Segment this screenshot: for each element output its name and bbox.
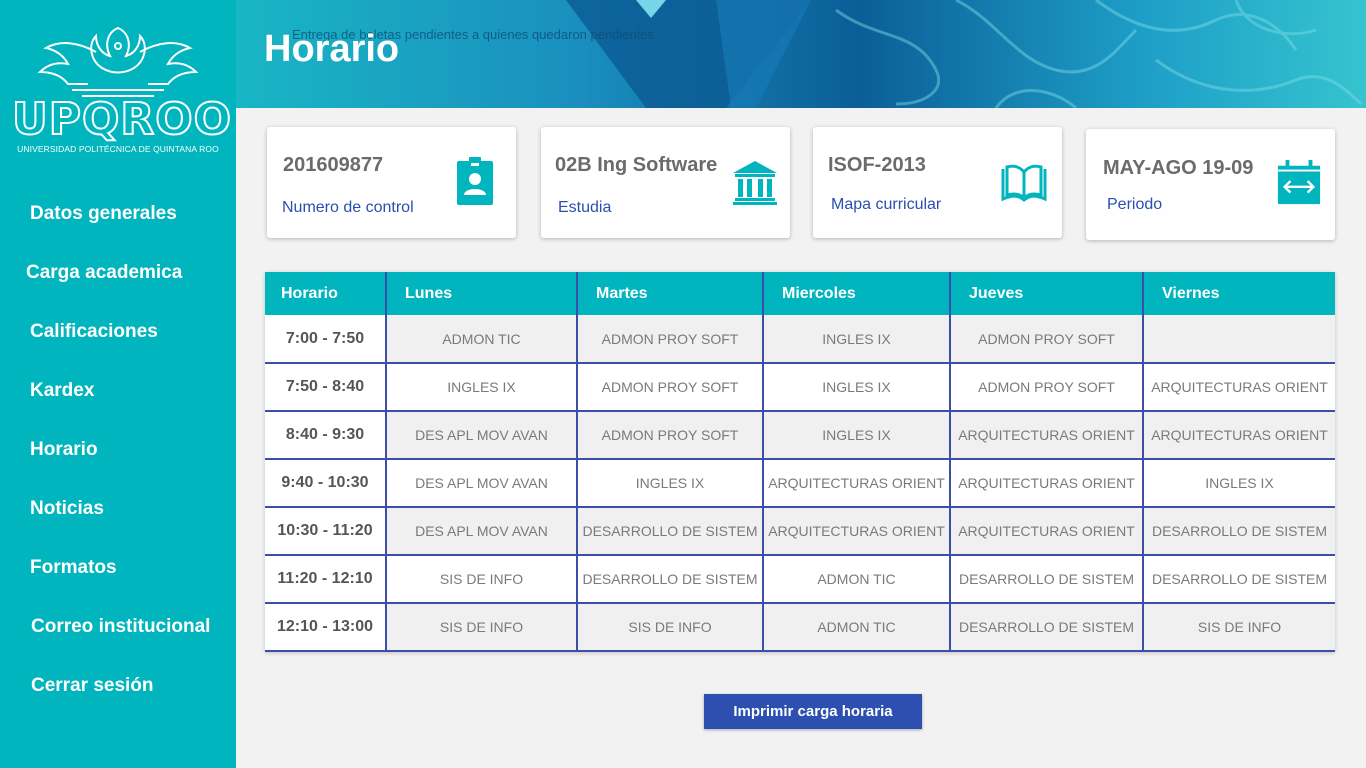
column-header: Martes: [577, 272, 764, 315]
class-cell: DES APL MOV AVAN: [386, 411, 578, 460]
class-cell: INGLES IX: [763, 315, 951, 364]
card-program: 02B Ing Software Estudia: [541, 127, 790, 238]
sidebar-item-formatos[interactable]: Formatos: [30, 557, 117, 579]
class-cell: ARQUITECTURAS ORIENT: [950, 411, 1144, 460]
time-slot: 8:40 - 9:30: [265, 411, 387, 460]
class-cell: ADMON PROY SOFT: [950, 363, 1144, 412]
class-cell: DESARROLLO DE SISTEM: [1143, 555, 1335, 604]
class-cell: INGLES IX: [763, 363, 951, 412]
class-cell: ADMON TIC: [763, 603, 951, 652]
class-cell: INGLES IX: [386, 363, 578, 412]
class-cell: ARQUITECTURAS ORIENT: [763, 507, 951, 556]
table-row: 8:40 - 9:30 DES APL MOV AVAN ADMON PROY …: [265, 411, 1335, 460]
class-cell: ADMON PROY SOFT: [950, 315, 1144, 364]
class-cell: INGLES IX: [763, 411, 951, 460]
class-cell: DES APL MOV AVAN: [386, 507, 578, 556]
class-cell: DESARROLLO DE SISTEM: [577, 507, 764, 556]
table-row: 9:40 - 10:30 DES APL MOV AVAN INGLES IX …: [265, 459, 1335, 508]
university-logo: UPQROO UNIVERSIDAD POLITÉCNICA DE QUINTA…: [11, 22, 233, 156]
table-row: 10:30 - 11:20 DES APL MOV AVAN DESARROLL…: [265, 507, 1335, 556]
sidebar-item-carga-academica[interactable]: Carga academica: [26, 262, 182, 284]
sidebar-item-datos-generales[interactable]: Datos generales: [30, 203, 177, 225]
table-header-row: Horario Lunes Martes Miercoles Jueves Vi…: [265, 272, 1335, 315]
time-slot: 11:20 - 12:10: [265, 555, 387, 604]
card-label: Mapa curricular: [831, 196, 942, 213]
class-cell: ARQUITECTURAS ORIENT: [950, 507, 1144, 556]
card-label: Numero de control: [282, 199, 414, 216]
column-header: Viernes: [1143, 272, 1335, 315]
class-cell: SIS DE INFO: [386, 555, 578, 604]
class-cell: ARQUITECTURAS ORIENT: [1143, 411, 1335, 460]
institution-icon: [733, 161, 777, 205]
class-cell: DESARROLLO DE SISTEM: [950, 555, 1144, 604]
table-row: 12:10 - 13:00 SIS DE INFO SIS DE INFO AD…: [265, 603, 1335, 652]
time-slot: 10:30 - 11:20: [265, 507, 387, 556]
class-cell: DESARROLLO DE SISTEM: [577, 555, 764, 604]
header-banner: [236, 0, 1366, 108]
table-row: 7:50 - 8:40 INGLES IX ADMON PROY SOFT IN…: [265, 363, 1335, 412]
logo-wordmark: UPQROO: [11, 94, 233, 145]
card-value: MAY-AGO 19-09: [1103, 157, 1254, 179]
card-label: Periodo: [1107, 196, 1163, 213]
column-header: Lunes: [386, 272, 578, 315]
class-cell: SIS DE INFO: [386, 603, 578, 652]
class-cell: DESARROLLO DE SISTEM: [950, 603, 1144, 652]
sidebar-item-noticias[interactable]: Noticias: [30, 498, 104, 520]
time-slot: 7:50 - 8:40: [265, 363, 387, 412]
open-book-icon: [1001, 164, 1047, 202]
time-slot: 9:40 - 10:30: [265, 459, 387, 508]
class-cell: DESARROLLO DE SISTEM: [1143, 507, 1335, 556]
class-cell: SIS DE INFO: [577, 603, 764, 652]
eagle-emblem-icon: [37, 26, 199, 97]
time-slot: 7:00 - 7:50: [265, 315, 387, 364]
card-value: 201609877: [283, 154, 384, 176]
class-cell: ARQUITECTURAS ORIENT: [763, 459, 951, 508]
class-cell: ARQUITECTURAS ORIENT: [1143, 363, 1335, 412]
sidebar-item-calificaciones[interactable]: Calificaciones: [30, 321, 158, 343]
print-schedule-button[interactable]: Imprimir carga horaria: [704, 694, 922, 729]
table-row: 7:00 - 7:50 ADMON TIC ADMON PROY SOFT IN…: [265, 315, 1335, 364]
class-cell: ADMON PROY SOFT: [577, 363, 764, 412]
table-row: 11:20 - 12:10 SIS DE INFO DESARROLLO DE …: [265, 555, 1335, 604]
class-cell: [1143, 315, 1335, 364]
class-cell: SIS DE INFO: [1143, 603, 1335, 652]
sidebar-item-cerrar-sesion[interactable]: Cerrar sesión: [31, 675, 154, 697]
sidebar-item-correo-institucional[interactable]: Correo institucional: [31, 616, 210, 638]
column-header: Horario: [265, 272, 387, 315]
class-cell: ADMON TIC: [386, 315, 578, 364]
column-header: Miercoles: [763, 272, 951, 315]
calendar-range-icon: [1277, 160, 1321, 205]
banner-decoration: [566, 0, 1363, 108]
sidebar: UPQROO UNIVERSIDAD POLITÉCNICA DE QUINTA…: [0, 0, 236, 768]
card-period: MAY-AGO 19-09 Periodo: [1086, 129, 1335, 240]
class-cell: ADMON PROY SOFT: [577, 411, 764, 460]
time-slot: 12:10 - 13:00: [265, 603, 387, 652]
schedule-table: Horario Lunes Martes Miercoles Jueves Vi…: [265, 272, 1335, 652]
class-cell: INGLES IX: [577, 459, 764, 508]
card-control-number: 201609877 Numero de control: [267, 127, 516, 238]
card-value: ISOF-2013: [828, 154, 926, 176]
class-cell: ADMON PROY SOFT: [577, 315, 764, 364]
sidebar-item-horario[interactable]: Horario: [30, 439, 98, 461]
card-value: 02B Ing Software: [555, 154, 718, 176]
class-cell: DES APL MOV AVAN: [386, 459, 578, 508]
card-curriculum: ISOF-2013 Mapa curricular: [813, 127, 1062, 238]
logo-subtitle: UNIVERSIDAD POLITÉCNICA DE QUINTANA ROO: [17, 144, 219, 154]
class-cell: ARQUITECTURAS ORIENT: [950, 459, 1144, 508]
class-cell: INGLES IX: [1143, 459, 1335, 508]
page-title: Horario: [264, 28, 400, 70]
class-cell: ADMON TIC: [763, 555, 951, 604]
column-header: Jueves: [950, 272, 1144, 315]
sidebar-item-kardex[interactable]: Kardex: [30, 380, 94, 402]
card-label: Estudia: [558, 199, 612, 216]
id-badge-icon: [457, 157, 493, 205]
